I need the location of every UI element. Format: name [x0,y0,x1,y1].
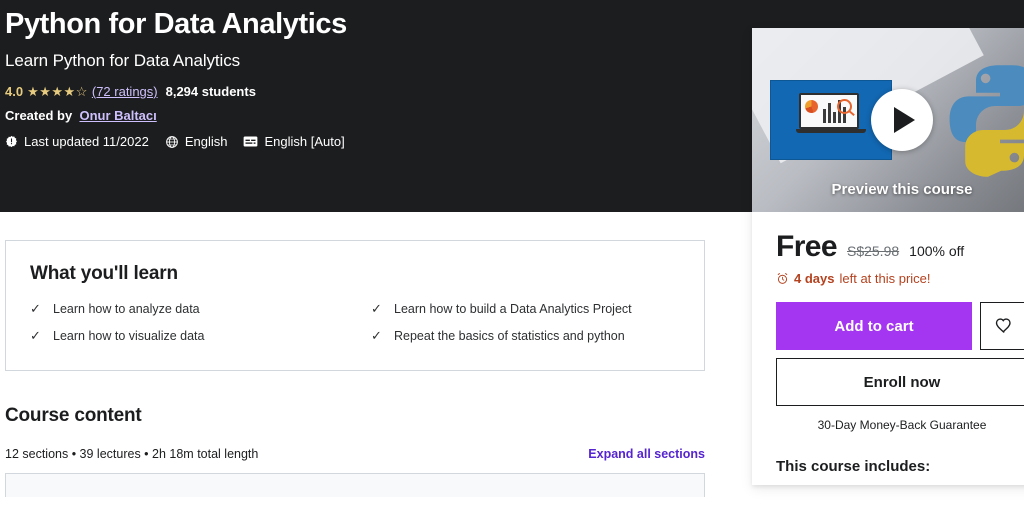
course-meta-row: Last updated 11/2022 English English [Au… [5,134,735,149]
price-row: Free S$25.98 100% off [776,230,1024,264]
update-badge-icon [6,135,17,148]
add-to-wishlist-button[interactable] [980,302,1024,350]
laptop-illustration-icon [796,93,866,137]
instructor-link[interactable]: Onur Baltacı [79,108,156,123]
magnifier-handle-icon [848,109,855,117]
language-text: English [184,134,228,149]
bar-icon [833,112,836,123]
deal-days-remaining: 4 days [794,271,835,286]
preview-this-course-label: Preview this course [831,181,973,198]
bar-icon [828,103,831,123]
original-price: S$25.98 [846,243,900,259]
students-count: 8,294 students [165,84,256,99]
pie-chart-icon [805,100,818,113]
main-content-column: What you'll learn ✓ Learn how to analyze… [5,212,735,497]
globe-icon [165,135,178,148]
learn-objective-text: Learn how to analyze data [53,302,200,316]
learn-objective-item: ✓ Learn how to analyze data [30,301,339,317]
star-rating-icon: ★★★★☆ [27,84,88,99]
this-course-includes-heading: This course includes: [776,458,931,475]
purchase-body: Free S$25.98 100% off 4 days left at thi… [752,212,1024,485]
rating-row: 4.0 ★★★★☆ (72 ratings) 8,294 students [5,84,735,99]
purchase-sidebar-card: Preview this course Free S$25.98 100% of… [752,28,1024,485]
cta-button-row: Add to cart [776,302,1024,350]
course-section-accordion-row[interactable] [5,473,705,497]
course-landing-page: Python for Data Analytics Learn Python f… [0,0,1024,512]
deal-text: left at this price! [839,271,931,286]
what-you-will-learn-box: What you'll learn ✓ Learn how to analyze… [5,240,705,371]
what-you-will-learn-heading: What you'll learn [30,263,178,284]
enroll-now-button[interactable]: Enroll now [776,358,1024,406]
captions-meta: English [Auto] [243,134,345,149]
last-updated-meta: Last updated 11/2022 [5,134,149,149]
discount-percent: 100% off [909,243,965,259]
creator-row: Created by Onur Baltacı [5,108,735,123]
python-logo-icon [949,65,1024,177]
learn-objective-item: ✓ Repeat the basics of statistics and py… [371,328,680,344]
closed-caption-icon [244,136,258,147]
alarm-clock-icon [777,272,788,284]
language-meta: English [165,134,228,149]
play-button[interactable] [871,89,933,151]
learn-objective-item: ✓ Learn how to build a Data Analytics Pr… [371,301,680,317]
course-content-summary: 12 sections • 39 lectures • 2h 18m total… [5,447,259,461]
ratings-count-link[interactable]: (72 ratings) [92,84,158,99]
play-triangle-icon [894,107,915,133]
hero-content: Python for Data Analytics Learn Python f… [5,6,735,149]
course-subtitle: Learn Python for Data Analytics [5,51,241,70]
course-preview-video[interactable]: Preview this course [752,28,1024,212]
course-content-summary-row: 12 sections • 39 lectures • 2h 18m total… [5,447,705,461]
last-updated-text: Last updated 11/2022 [24,134,149,149]
money-back-guarantee: 30-Day Money-Back Guarantee [817,418,987,432]
captions-text: English [Auto] [264,134,345,149]
learn-objective-text: Repeat the basics of statistics and pyth… [394,329,625,343]
course-content-heading: Course content [5,405,142,426]
learn-objective-text: Learn how to visualize data [53,329,205,343]
created-by-label: Created by [5,108,73,123]
add-to-cart-button[interactable]: Add to cart [776,302,972,350]
learn-objectives-grid: ✓ Learn how to analyze data ✓ Learn how … [30,301,680,344]
rating-value: 4.0 [5,84,24,99]
check-icon: ✓ [30,328,41,343]
learn-objective-text: Learn how to build a Data Analytics Proj… [394,302,632,316]
check-icon: ✓ [30,301,41,316]
heart-icon [995,318,1011,333]
bar-icon [823,109,826,123]
current-price: Free [776,230,838,263]
learn-objective-item: ✓ Learn how to visualize data [30,328,339,344]
deal-countdown-row: 4 days left at this price! [776,271,1024,286]
check-icon: ✓ [371,328,382,343]
check-icon: ✓ [371,301,382,316]
expand-all-sections-button[interactable]: Expand all sections [588,447,705,461]
page-title: Python for Data Analytics [5,8,347,40]
